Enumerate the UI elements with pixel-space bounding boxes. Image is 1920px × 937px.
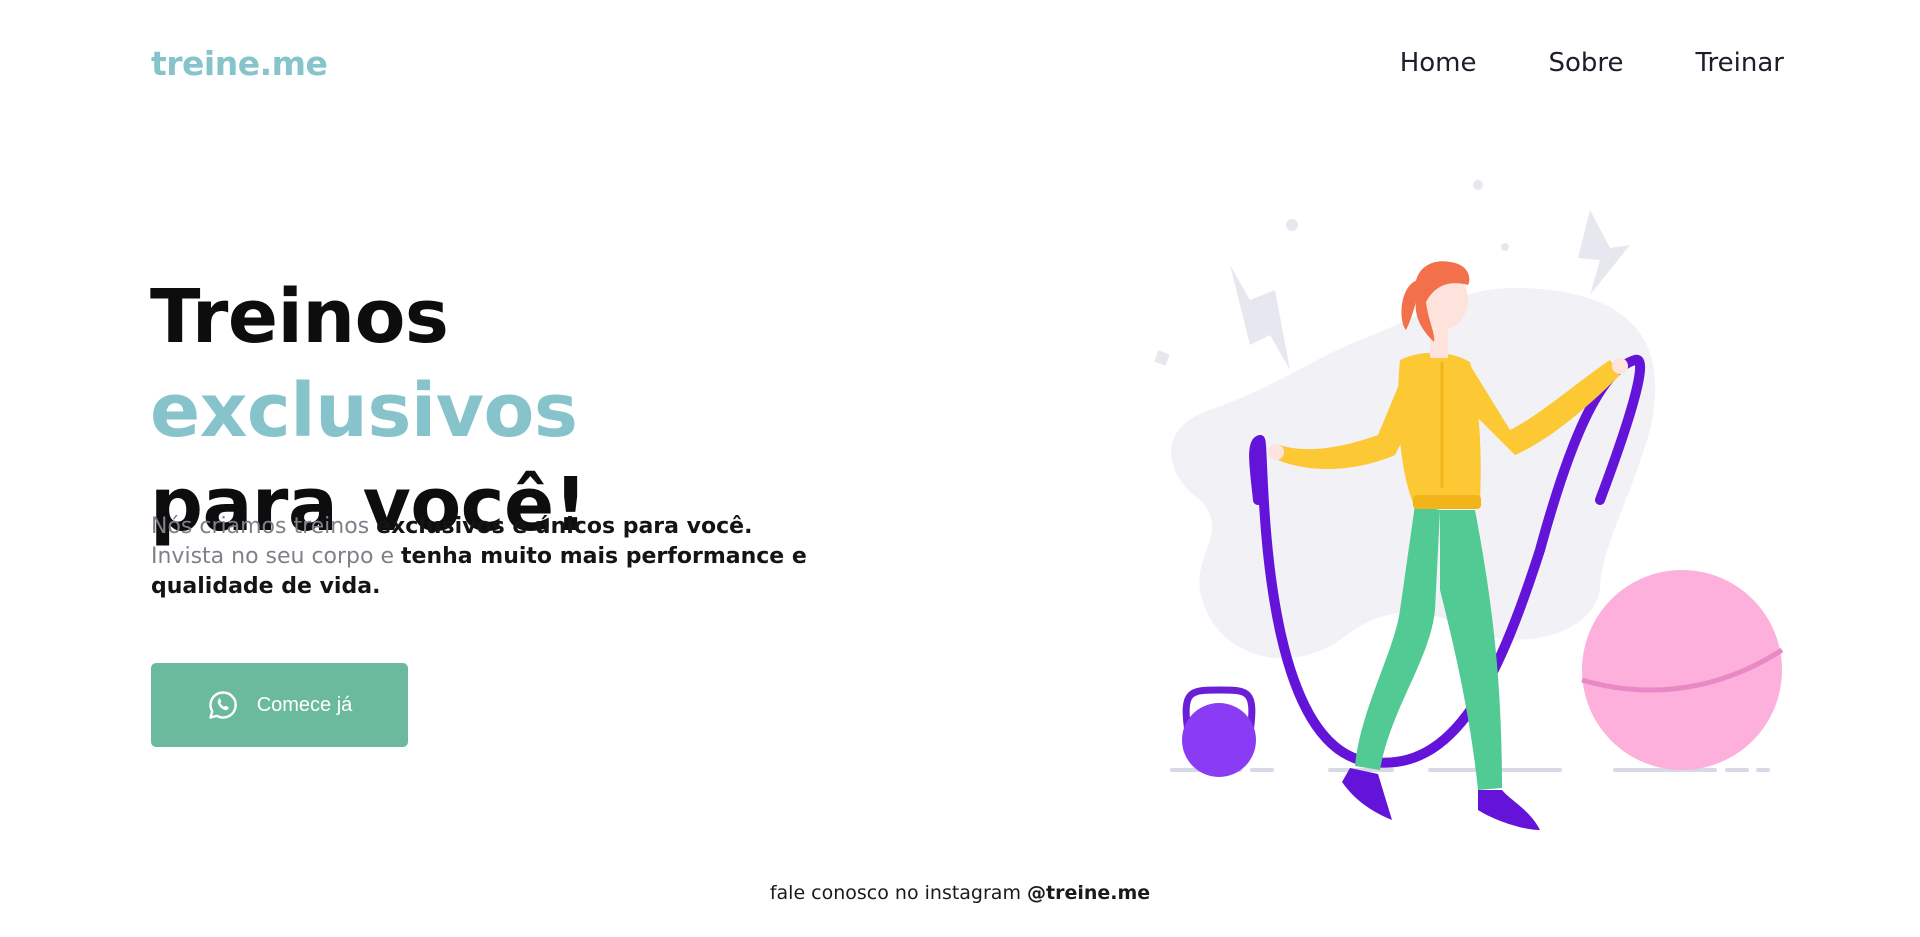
instagram-handle[interactable]: @treine.me bbox=[1027, 882, 1150, 904]
nav-treinar[interactable]: Treinar bbox=[1696, 48, 1785, 78]
hero-text-1: Nós criamos treinos bbox=[151, 514, 377, 539]
hero-title-part1: Treinos bbox=[150, 274, 449, 360]
nav-sobre[interactable]: Sobre bbox=[1548, 48, 1623, 78]
sparkle-square bbox=[1154, 350, 1170, 366]
hero-text-2: Invista no seu corpo e bbox=[151, 544, 402, 569]
sparkle-dot-3 bbox=[1501, 243, 1509, 251]
sparkle-dot-1 bbox=[1286, 219, 1298, 231]
logo[interactable]: treine.me bbox=[151, 44, 328, 83]
hero-description: Nós criamos treinos exclusivos e únicos … bbox=[151, 512, 811, 602]
fitness-illustration bbox=[1154, 180, 1784, 830]
footer-text: fale conosco no instagram bbox=[769, 882, 1027, 904]
hero-title: Treinos exclusivos para você! bbox=[150, 270, 870, 552]
kettlebell bbox=[1182, 686, 1256, 777]
main-nav: Home Sobre Treinar bbox=[1400, 48, 1784, 78]
lightning-right bbox=[1578, 210, 1630, 295]
sparkle-dot-2 bbox=[1473, 180, 1483, 190]
hero-text-bold-1: exclusivos e únicos para você. bbox=[376, 514, 753, 539]
exercise-ball bbox=[1581, 570, 1784, 770]
nav-home[interactable]: Home bbox=[1400, 48, 1477, 78]
start-now-label: Comece já bbox=[256, 693, 353, 716]
hero-title-accent: exclusivos bbox=[150, 368, 578, 454]
whatsapp-icon bbox=[208, 691, 237, 719]
site-header: treine.me Home Sobre Treinar bbox=[0, 0, 1920, 130]
lightning-left bbox=[1230, 265, 1290, 370]
start-now-button[interactable]: Comece já bbox=[151, 663, 408, 747]
footer: fale conosco no instagram @treine.me bbox=[0, 882, 1920, 904]
